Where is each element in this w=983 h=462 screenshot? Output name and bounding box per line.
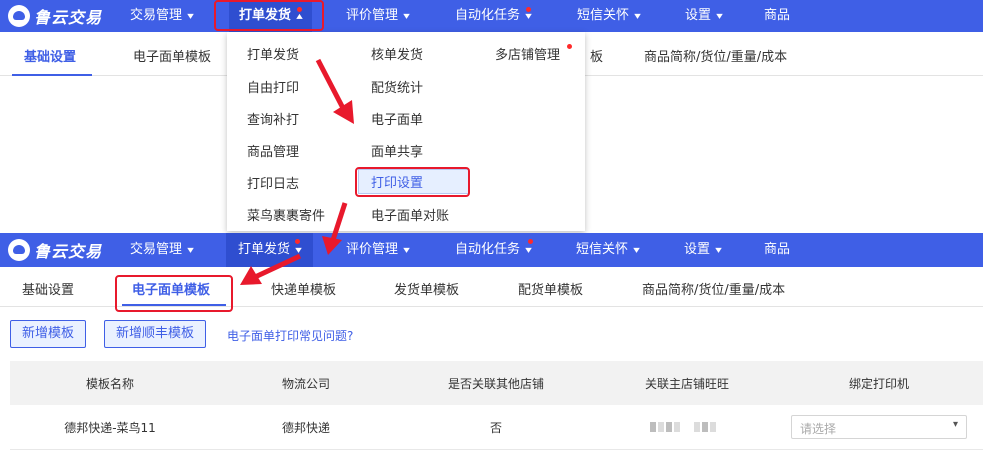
- annotation-arrows: [240, 58, 354, 285]
- annotation-arrow-1-head: [333, 100, 354, 124]
- annotation-arrow-2: [330, 202, 348, 241]
- annotation-arrow-1: [315, 58, 348, 114]
- annotation-arrow-3: [253, 253, 302, 280]
- annotation-arrow-2-head: [322, 236, 342, 255]
